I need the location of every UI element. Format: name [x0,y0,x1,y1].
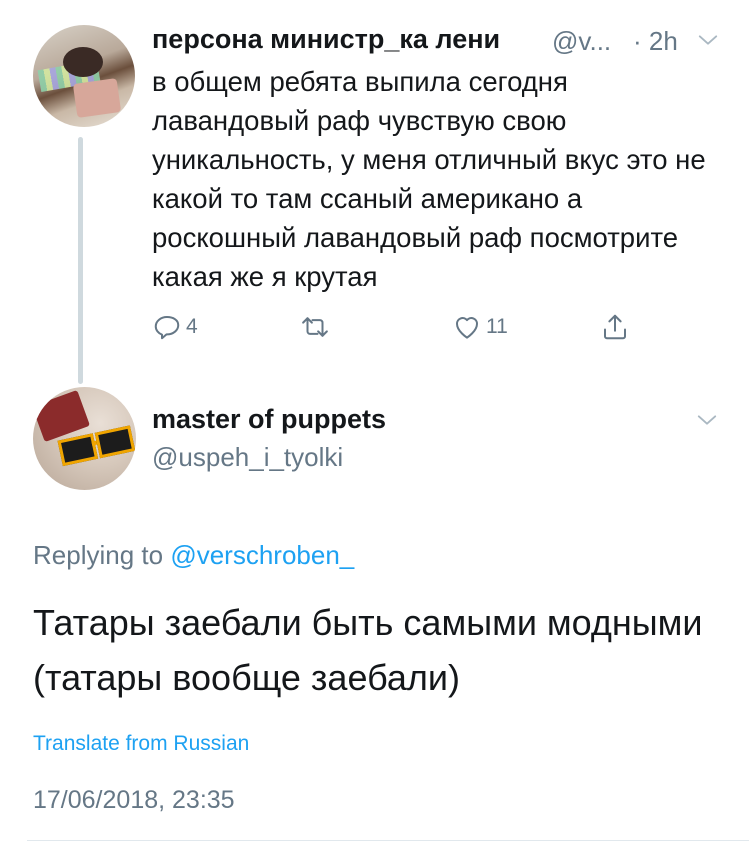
share-icon [604,314,626,340]
avatar[interactable] [33,387,136,490]
tweet-actions: 4 11 [0,312,749,346]
mention-link[interactable]: @verschroben_ [170,540,354,570]
replying-to: Replying to @verschroben_ [33,540,354,571]
like-button[interactable]: 11 [452,312,508,342]
tweet-text: в общем ребята выпила сегодня лавандовый… [152,66,706,292]
chevron-down-icon[interactable] [697,29,719,51]
user-handle[interactable]: @uspeh_i_tyolki [152,442,343,473]
avatar-photo-detail [63,47,103,77]
tweet-time[interactable]: · 2h [633,26,678,57]
replying-to-label: Replying to [33,540,164,570]
retweet-icon [302,317,328,337]
avatar-photo-detail [72,78,122,118]
tweet-text: Татары заебали быть самыми модными (тата… [33,602,703,698]
reply-icon [154,316,180,340]
chevron-down-icon[interactable] [696,409,718,431]
reply-count: 4 [186,315,198,338]
like-icon [456,317,478,339]
retweet-button[interactable] [300,312,330,342]
translate-link[interactable]: Translate from Russian [33,732,249,756]
like-count: 11 [486,315,508,338]
reply-button[interactable]: 4 [152,312,198,342]
thread-connector-line [78,137,83,384]
share-button[interactable] [600,312,630,342]
tweet-timestamp[interactable]: 17/06/2018, 23:35 [33,786,235,815]
user-handle[interactable]: @v... [552,26,611,57]
avatar-photo-detail [33,389,91,443]
avatar[interactable] [33,25,135,127]
display-name[interactable]: персона министр_ка лени [152,24,500,55]
divider [27,840,749,841]
display-name[interactable]: master of puppets [152,404,386,435]
